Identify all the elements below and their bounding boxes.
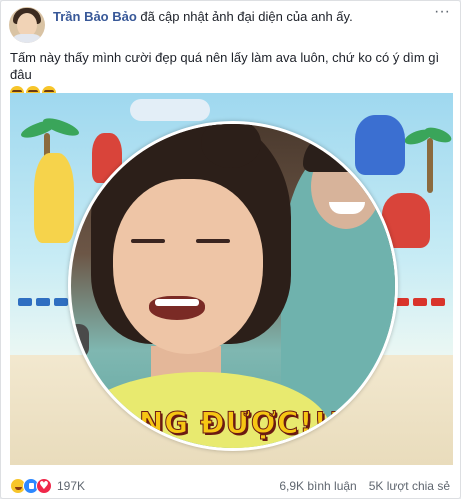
author-name-link[interactable]: Trần Bảo Bảo	[53, 9, 137, 24]
girl-eye-right	[196, 239, 230, 243]
profile-photo[interactable]: NG ĐƯỢC!!!	[10, 93, 453, 465]
more-options-button[interactable]: ···	[432, 4, 452, 21]
shirt-caption-text: NG ĐƯỢC!!!	[139, 406, 342, 441]
girl-mouth	[149, 296, 205, 320]
post-header: Trần Bảo Bảo đã cập nhật ảnh đại diện củ…	[9, 4, 452, 47]
girl-eye-left	[131, 239, 165, 243]
palm-tree-right	[402, 123, 453, 193]
microphone	[71, 324, 89, 358]
cartoon-character-top	[130, 99, 210, 121]
cartoon-character-left	[34, 153, 74, 243]
background-man-hair	[303, 132, 389, 172]
post-header-text: Trần Bảo Bảo đã cập nhật ảnh đại diện củ…	[53, 9, 353, 25]
reactions-summary[interactable]: 197K	[10, 478, 85, 494]
shares-count-link[interactable]: 5K lượt chia sẻ	[369, 479, 450, 493]
post-stats: 6,9K bình luận 5K lượt chia sẻ	[279, 479, 450, 493]
profile-picture-circle: NG ĐƯỢC!!!	[68, 121, 398, 451]
post-action-text: đã cập nhật ảnh đại diện của anh ấy.	[140, 9, 353, 24]
author-avatar[interactable]	[9, 7, 45, 43]
post-footer: 197K 6,9K bình luận 5K lượt chia sẻ	[10, 477, 450, 497]
avatar-shirt	[11, 34, 43, 43]
girl-face	[113, 179, 263, 354]
feed-post: Trần Bảo Bảo đã cập nhật ảnh đại diện củ…	[0, 0, 461, 499]
reaction-count: 197K	[57, 479, 86, 493]
comments-count-link[interactable]: 6,9K bình luận	[279, 479, 356, 493]
caption-text: Tấm này thấy mình cười đẹp quá nên lấy l…	[10, 50, 440, 82]
love-reaction-icon	[36, 478, 52, 494]
